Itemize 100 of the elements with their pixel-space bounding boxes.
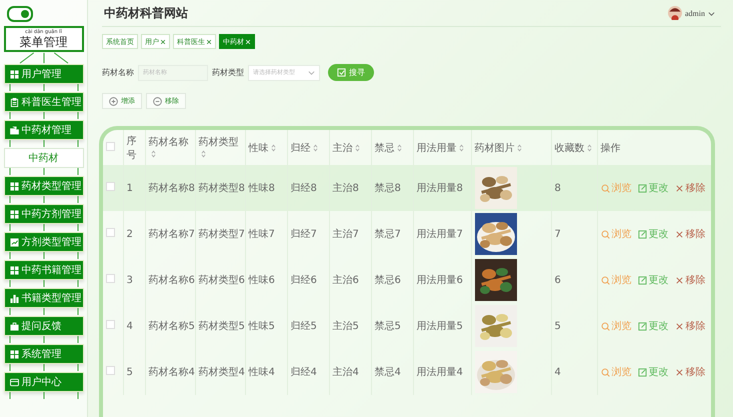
table-cell: 药材类型4 [198,367,245,378]
menu-item[interactable]: 科普医生管理 [4,92,84,112]
table-row[interactable]: 3 药材名称6 药材类型6 性味6 归经6 主治6 禁忌6 用法用量6 6 浏览 更改 移除 [103,257,711,303]
close-icon[interactable] [160,38,166,44]
table-cell: 性味8 [248,183,275,194]
table-cell: 归经4 [290,367,317,378]
table-cell: 性味4 [248,367,275,378]
edit-icon [638,276,646,284]
close-icon[interactable] [206,38,212,44]
edit-icon [638,184,646,192]
menu-title: 菜单管理 [20,35,68,49]
menu-item[interactable]: 中药书籍管理 [4,260,84,280]
table-cell: 归经7 [290,229,317,240]
sort-icon [150,150,156,158]
table-cell: 药材类型8 [198,183,245,194]
folder-icon [10,126,18,134]
sort-icon [200,150,206,158]
edit-link[interactable]: 更改 [638,273,668,287]
edit-link[interactable]: 更改 [638,227,668,241]
menu-item[interactable]: 书籍类型管理 [4,288,84,308]
column-header: 序号 [126,136,136,160]
edit-icon [638,230,646,238]
column-header[interactable]: 药材类型 [198,137,238,160]
avatar-icon [668,6,682,20]
checkbox[interactable] [106,320,115,329]
table-cell: 主治6 [332,275,359,286]
delete-link[interactable]: 移除 [674,365,706,379]
table-cell: 用法用量8 [416,183,463,194]
column-header[interactable]: 收藏数 [554,142,592,154]
table-cell: 药材类型7 [198,229,245,240]
card-icon [10,378,18,386]
chevron-icon [708,10,715,16]
table-cell: 主治8 [332,183,359,194]
field-label: 药材名称 [102,67,134,78]
delete-link[interactable]: 移除 [674,319,706,333]
table-row[interactable]: 5 药材名称4 药材类型4 性味4 归经4 主治4 禁忌4 用法用量4 4 浏览 更改 移除 [103,349,711,395]
edit-link[interactable]: 更改 [638,365,668,379]
grid-icon [10,210,18,218]
menu-item[interactable]: 中药方剂管理 [4,204,84,224]
checkbox[interactable] [106,274,115,283]
plus-icon [109,96,118,106]
menu-item[interactable]: 用户管理 [4,64,84,84]
sort-icon [586,144,592,152]
table-cell: 用法用量4 [416,367,463,378]
user-menu[interactable]: admin [668,6,715,20]
menu-item[interactable]: 药材类型管理 [4,176,84,196]
table-cell: 性味7 [248,229,275,240]
close-icon [674,276,684,284]
delete-link[interactable]: 移除 [674,227,706,241]
checkbox[interactable] [106,366,115,375]
delete-link[interactable]: 移除 [674,273,706,287]
table-cell: 禁忌7 [374,229,401,240]
table-cell: 用法用量7 [416,229,463,240]
sort-icon [396,144,402,152]
checkbox[interactable] [106,182,115,191]
column-header[interactable]: 主治 [332,142,360,154]
menu-item[interactable]: 用户中心 [4,372,84,392]
close-icon [674,322,684,330]
table-cell: 禁忌6 [374,275,401,286]
table-cell: 用法用量5 [416,321,463,332]
toggle-switch[interactable] [7,6,33,22]
delete-link[interactable]: 移除 [674,181,706,195]
menu-item[interactable]: 系统管理 [4,344,84,364]
submenu-item[interactable]: 中药材 [4,148,84,168]
table-cell: 6 [554,274,561,286]
column-header[interactable]: 用法用量 [416,142,464,154]
column-header[interactable]: 药材名称 [148,137,188,160]
close-icon [674,368,684,376]
table-cell: 禁忌4 [374,367,401,378]
table-row[interactable]: 4 药材名称5 药材类型5 性味5 归经5 主治5 禁忌5 用法用量5 5 浏览 更改 移除 [103,303,711,349]
table-row[interactable]: 1 药材名称8 药材类型8 性味8 归经8 主治8 禁忌8 用法用量8 8 浏览 更改 移除 [103,165,711,211]
column-header[interactable]: 归经 [290,142,318,154]
sort-icon [270,144,276,152]
search-button[interactable]: 搜寻 [328,64,374,81]
column-header[interactable]: 药材图片 [474,142,522,154]
edit-link[interactable]: 更改 [638,319,668,333]
table-cell: 归经8 [290,183,317,194]
table-cell: 主治7 [332,229,359,240]
menu-item[interactable]: 方剂类型管理 [4,232,84,252]
briefcase-icon [10,322,18,330]
column-header[interactable]: 禁忌 [374,142,402,154]
table-row[interactable]: 2 药材名称7 药材类型7 性味7 归经7 主治7 禁忌7 用法用量7 7 浏览 更改 移除 [103,211,711,257]
grid-icon [10,70,18,78]
column-header[interactable]: 性味 [248,142,276,154]
close-icon [674,230,684,238]
menu-item[interactable]: 提问反馈 [4,316,84,336]
table-cell: 8 [554,182,561,194]
table-cell: 药材名称8 [148,183,195,194]
sort-icon [312,144,318,152]
table-cell: 7 [554,228,561,240]
chart-icon [10,238,18,246]
checkbox[interactable] [106,142,115,150]
sort-icon [354,144,360,152]
checkbox[interactable] [106,228,115,237]
table-cell: 5 [126,366,133,378]
table-cell: 用法用量6 [416,275,463,286]
sort-icon [458,144,464,152]
column-header: 操作 [600,142,620,154]
table-cell: 性味5 [248,321,275,332]
menu-item[interactable]: 中药材管理 [4,120,84,140]
